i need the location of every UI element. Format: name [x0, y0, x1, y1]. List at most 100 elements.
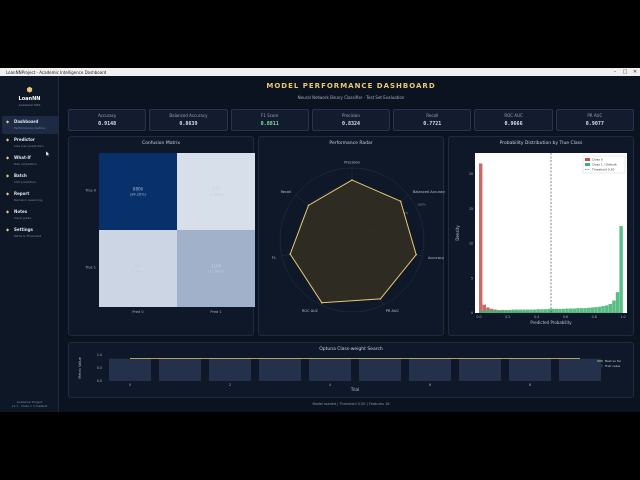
x-tick-label: 6 — [429, 383, 431, 387]
y-tick-label: 0.0 — [97, 379, 102, 383]
radar-axis-label: PR AUC — [386, 309, 400, 313]
confusion-cell-count: 1166 — [211, 264, 222, 269]
close-icon[interactable]: ✕ — [630, 68, 640, 76]
metric-card: PR AUC 0.9077 — [555, 109, 634, 131]
app-window: LoanNNProject - Academic Intelligence Da… — [0, 68, 640, 412]
histogram-bar — [561, 308, 566, 313]
metric-card: ROC AUC 0.9666 — [474, 109, 553, 131]
histogram-bar — [601, 306, 605, 313]
metric-card: Accuracy 0.9148 — [68, 109, 147, 131]
sidebar-item-label: Dashboard — [14, 119, 39, 124]
sidebar-item-batch[interactable]: ◆ Batch CSV prediction — [2, 170, 58, 188]
legend-swatch — [597, 364, 603, 368]
mouse-cursor-icon — [46, 151, 50, 157]
radar-axis-label: Precision — [344, 161, 360, 165]
y-tick-label: 20 — [469, 172, 473, 176]
radar-axis-label: Balanced Accuracy — [413, 190, 445, 194]
sidebar: ⬢ LoanNN Academic DSS ◆ Dashboard Performa… — [0, 76, 59, 412]
confusion-cell — [99, 230, 177, 307]
distribution-panel: Probability Distribution by True Class 0… — [448, 136, 634, 336]
distribution-plot-area — [475, 153, 627, 313]
radar-chart: 25%50%75%100%PrecisionBalanced AccuracyA… — [272, 161, 445, 313]
confusion-chart: 8806(84.28%) 171(1.64%) 305(2.92%) 1166(11.… — [84, 153, 255, 314]
sidebar-item-settings[interactable]: ◆ Settings Paths & Threshold — [2, 224, 58, 242]
trial-bar — [109, 358, 151, 381]
legend-label: Class 1 / Default — [592, 163, 617, 167]
histogram-bar — [515, 309, 519, 313]
x-tick-label: 2 — [229, 383, 231, 387]
radar-ring-label: 100% — [417, 202, 426, 206]
sidebar-item-notes[interactable]: ◆ Notes Input guide — [2, 206, 58, 224]
x-axis-label: Predicted Probability — [530, 320, 572, 325]
sidebar-item-predictor[interactable]: ◆ Predictor Live loan prediction — [2, 134, 58, 152]
x-tick-label: 0.4 — [534, 315, 539, 319]
radar-point — [379, 298, 382, 300]
legend-label: Class 0 — [592, 158, 603, 162]
histogram-bar — [489, 310, 494, 313]
y-tick-label: 0 — [471, 311, 473, 315]
metric-card: Precision 0.8324 — [311, 109, 391, 131]
predict-icon: ◆ — [6, 137, 10, 142]
radar-point — [399, 200, 402, 203]
histogram-bar — [482, 310, 487, 313]
trial-bar — [359, 358, 401, 381]
confusion-cell-count: 305 — [134, 264, 142, 269]
radar-panel: Performance Radar 25%50%75%100%Precision… — [258, 136, 445, 336]
sidebar-item-label: Predictor — [14, 137, 35, 142]
confusion-cell-count: 171 — [212, 187, 220, 192]
sidebar-item-label: Settings — [14, 227, 33, 232]
histogram-bar — [565, 308, 569, 313]
x-tick-label: 0.2 — [505, 315, 510, 319]
histogram-bar — [594, 307, 598, 313]
histogram-bar — [504, 309, 508, 313]
radar-series-polygon — [289, 179, 417, 304]
radar-axis-label: ROC AUC — [302, 309, 319, 313]
histogram-bar — [608, 303, 613, 313]
minimize-icon[interactable]: – — [610, 68, 620, 76]
histogram-bar — [529, 309, 533, 313]
sidebar-item-dashboard[interactable]: ◆ Dashboard Performance metrics — [2, 116, 58, 134]
histogram-bar — [525, 309, 530, 313]
histogram-bar — [536, 309, 541, 313]
report-icon: ◆ — [6, 191, 10, 196]
radar-point — [415, 253, 418, 256]
y-tick-label: 0.5 — [97, 366, 102, 370]
metric-label: Accuracy — [98, 113, 117, 118]
brand-name: LoanNN — [18, 96, 41, 102]
histogram-bar — [551, 308, 555, 313]
metric-value: 0.7721 — [423, 121, 442, 127]
histogram-bar — [493, 310, 497, 313]
sidebar-item-label: What-If — [14, 155, 31, 160]
histogram-bar — [597, 306, 602, 313]
metric-card: Recall 0.7721 — [393, 109, 472, 131]
legend-swatch — [585, 163, 590, 166]
metric-label: PR AUC — [587, 113, 603, 118]
histogram-bar — [540, 309, 544, 313]
batch-icon: ◆ — [6, 173, 10, 178]
histogram-bar — [533, 309, 537, 313]
histogram-bar — [479, 310, 483, 313]
x-tick-label: 0.6 — [563, 315, 568, 319]
histogram-bar — [576, 308, 580, 313]
sidebar-item-report[interactable]: ◆ Report Decision reasoning — [2, 188, 58, 206]
metric-label: F1 Score — [261, 113, 279, 118]
legend-label: Trial value — [604, 364, 620, 368]
histogram-bar — [486, 310, 490, 313]
page-title: MODEL PERFORMANCE DASHBOARD — [266, 82, 436, 90]
brand-tagline: Academic DSS — [18, 103, 41, 107]
page-subtitle: Neural Network Binary Classifier · Test … — [297, 95, 405, 100]
x-tick-label: 4 — [329, 383, 331, 387]
confusion-cell-pct: (84.28%) — [130, 193, 147, 197]
confusion-cell — [99, 153, 177, 230]
title-bar: LoanNNProject - Academic Intelligence Da… — [0, 68, 640, 76]
maximize-icon[interactable]: □ — [620, 68, 630, 76]
window-title: LoanNNProject - Academic Intelligence Da… — [6, 69, 107, 75]
sidebar-item-desc: Paths & Threshold — [14, 234, 42, 238]
legend-swatch — [585, 158, 590, 161]
radar-axis-label: Recall — [281, 190, 291, 194]
confusion-matrix-panel: Confusion Matrix 8806 (84.28%) 171 (1.64%) 3… — [68, 136, 255, 336]
histogram-bar — [479, 163, 483, 313]
confusion-cell — [177, 153, 255, 230]
metric-label: ROC AUC — [504, 113, 523, 118]
confusion-cell-pct: (11.16%) — [208, 270, 225, 274]
